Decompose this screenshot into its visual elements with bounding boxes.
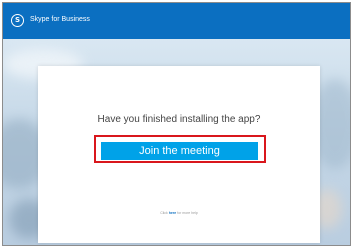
help-prefix: Click (160, 211, 168, 215)
install-question: Have you finished installing the app? (97, 114, 261, 125)
join-meeting-button[interactable]: Join the meeting (101, 142, 258, 160)
app-title: Skype for Business (30, 16, 90, 23)
skype-logo-icon: S (11, 14, 24, 27)
help-suffix: for more help (177, 211, 198, 215)
app-header: S Skype for Business (3, 3, 350, 39)
browser-window: S Skype for Business Have you finished i… (2, 2, 351, 246)
help-link[interactable]: here (169, 211, 176, 215)
join-dialog: Have you finished installing the app? Jo… (38, 66, 320, 243)
help-text: Click here for more help (38, 210, 320, 216)
